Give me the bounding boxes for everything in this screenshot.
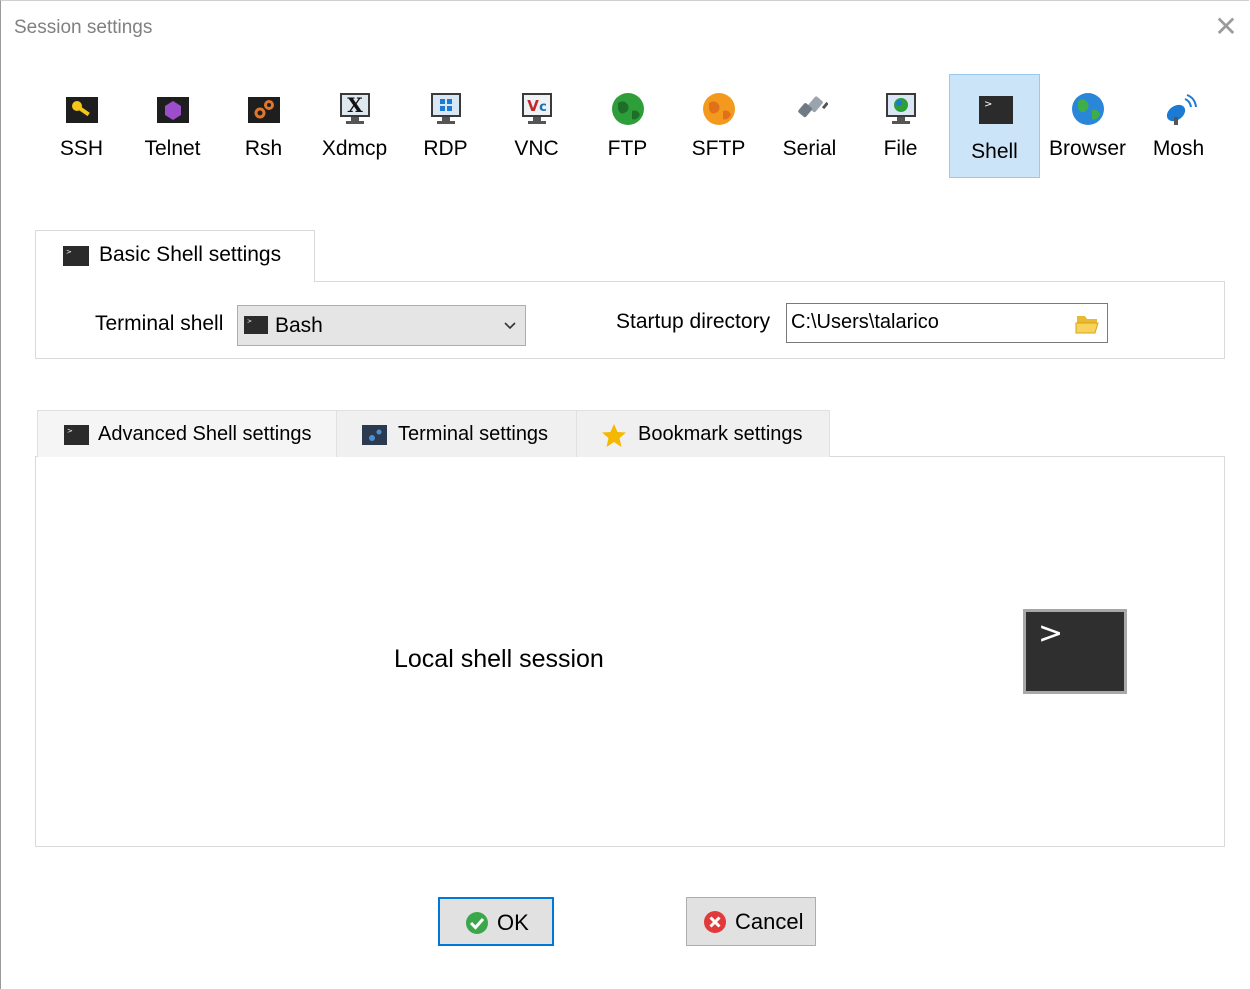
sftp-globe-icon xyxy=(703,93,735,125)
startup-directory-value: C:\Users\talarico xyxy=(791,311,939,333)
session-type-label: RDP xyxy=(423,137,468,160)
shell-terminal-icon: > xyxy=(979,96,1013,124)
svg-text:>: > xyxy=(67,427,73,435)
session-type-rdp[interactable]: RDP xyxy=(400,74,491,178)
session-type-mosh[interactable]: Mosh xyxy=(1133,74,1224,178)
ok-button[interactable]: OK xyxy=(438,897,554,946)
session-type-label: Browser xyxy=(1048,137,1127,160)
svg-text:X: X xyxy=(347,93,363,117)
terminal-settings-icon xyxy=(362,425,387,445)
session-type-label: FTP xyxy=(607,137,648,160)
terminal-icon: > xyxy=(244,316,268,334)
svg-text:c: c xyxy=(539,100,547,115)
browser-globe-icon xyxy=(1072,93,1104,125)
serial-plug-icon xyxy=(798,96,828,118)
tab-advanced-shell-settings[interactable]: > Advanced Shell settings xyxy=(37,410,337,457)
ftp-globe-icon xyxy=(612,93,644,125)
session-type-label: SSH xyxy=(59,137,104,160)
session-type-label: Rsh xyxy=(244,137,283,160)
session-type-label: File xyxy=(883,137,918,160)
startup-directory-field[interactable]: C:\Users\talarico xyxy=(786,303,1108,343)
tab-terminal-settings[interactable]: Terminal settings xyxy=(336,410,577,457)
tab-label: Advanced Shell settings xyxy=(98,423,312,445)
session-type-ftp[interactable]: FTP xyxy=(582,74,673,178)
session-type-label: Shell xyxy=(971,140,1018,163)
terminal-shell-value: Bash xyxy=(275,314,323,337)
session-type-rsh[interactable]: Rsh xyxy=(218,74,309,178)
check-circle-icon xyxy=(466,912,488,934)
cancel-circle-icon xyxy=(704,911,726,933)
mosh-satellite-icon xyxy=(1166,94,1197,125)
session-type-serial[interactable]: Serial xyxy=(764,74,855,178)
session-description: Local shell session xyxy=(394,645,604,673)
terminal-illustration-icon: > xyxy=(1023,609,1127,694)
svg-text:>: > xyxy=(66,248,72,256)
svg-text:>: > xyxy=(984,99,992,110)
file-monitor-icon xyxy=(886,93,916,124)
star-icon xyxy=(602,424,626,447)
session-type-sftp[interactable]: SFTP xyxy=(673,74,764,178)
session-type-ssh[interactable]: SSH xyxy=(36,74,127,178)
session-type-shell[interactable]: > Shell xyxy=(949,74,1040,178)
session-type-file[interactable]: File xyxy=(855,74,946,178)
session-type-browser[interactable]: Browser xyxy=(1042,74,1133,178)
tab-basic-shell-settings[interactable]: > Basic Shell settings xyxy=(35,230,315,282)
folder-open-icon[interactable] xyxy=(1075,311,1101,335)
rsh-icon xyxy=(248,97,280,123)
terminal-icon: > xyxy=(64,425,89,445)
terminal-icon: > xyxy=(63,246,89,266)
svg-text:>: > xyxy=(247,318,252,325)
xdmcp-monitor-icon: X xyxy=(340,93,370,124)
session-type-telnet[interactable]: Telnet xyxy=(127,74,218,178)
tab-bookmark-settings[interactable]: Bookmark settings xyxy=(576,410,830,457)
window-title: Session settings xyxy=(14,17,153,38)
tab-label: Bookmark settings xyxy=(638,423,803,445)
ok-label: OK xyxy=(497,910,529,935)
telnet-icon xyxy=(157,97,189,123)
session-type-label: Telnet xyxy=(144,137,201,160)
session-type-xdmcp[interactable]: X Xdmcp xyxy=(309,74,400,178)
svg-text:V: V xyxy=(527,97,539,115)
chevron-down-icon xyxy=(504,322,516,330)
cancel-button[interactable]: Cancel xyxy=(686,897,816,946)
ssh-key-icon xyxy=(66,97,98,123)
terminal-shell-select[interactable]: > Bash xyxy=(237,305,526,346)
session-type-label: VNC xyxy=(514,137,559,160)
tab-label: Terminal settings xyxy=(398,423,549,445)
startup-directory-label: Startup directory xyxy=(616,310,771,333)
rdp-monitor-icon xyxy=(431,93,461,124)
session-type-label: Mosh xyxy=(1152,137,1205,160)
session-type-vnc[interactable]: V c VNC xyxy=(491,74,582,178)
cancel-label: Cancel xyxy=(735,909,804,934)
session-type-bar: SSH Telnet Rsh X Xdmcp RDP V c VNC FTP S… xyxy=(36,74,1226,178)
prompt-glyph: > xyxy=(1038,616,1064,651)
terminal-shell-label: Terminal shell xyxy=(95,312,224,335)
vnc-monitor-icon: V c xyxy=(522,93,552,124)
close-icon[interactable]: ✕ xyxy=(1213,13,1239,41)
session-type-label: SFTP xyxy=(691,137,746,160)
tab-label: Basic Shell settings xyxy=(99,243,282,266)
session-type-label: Serial xyxy=(782,137,837,160)
session-type-label: Xdmcp xyxy=(321,137,388,160)
